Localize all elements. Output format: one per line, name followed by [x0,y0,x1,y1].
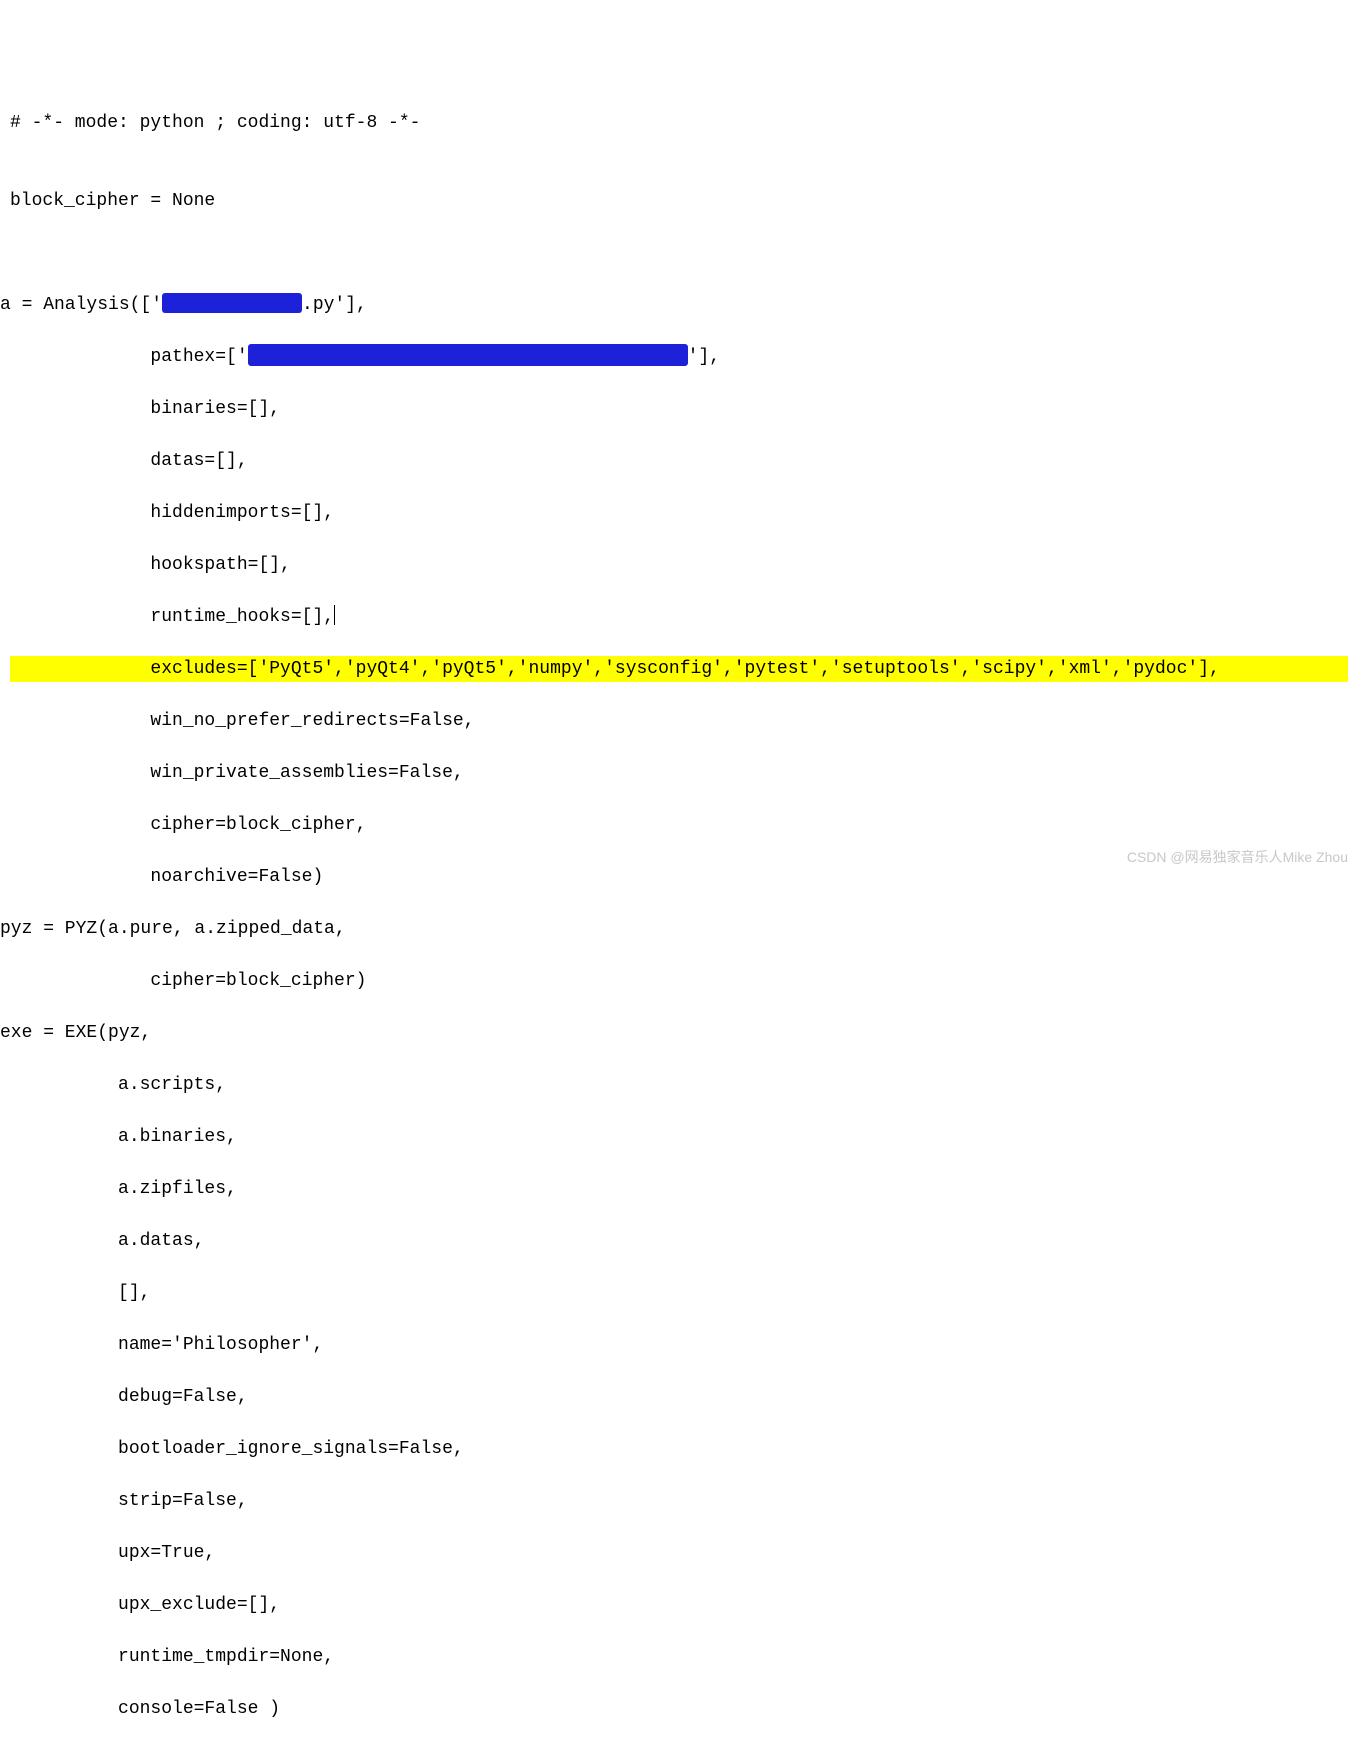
code-line-analysis: a = Analysis(['.py'], [10,292,1348,318]
code-line: # -*- mode: python ; coding: utf-8 -*- [10,110,1348,136]
code-line: runtime_tmpdir=None, [10,1644,1348,1670]
code-line: hookspath=[], [10,552,1348,578]
code-line-excludes-highlighted: excludes=['PyQt5','pyQt4','pyQt5','numpy… [10,656,1348,682]
code-line: datas=[], [10,448,1348,474]
code-text: '], [688,347,720,367]
code-text: pyz = PYZ(a.pure, a.zipped_data, [0,919,346,939]
code-text: pathex=[' [10,347,248,367]
code-line: cipher=block_cipher) [10,968,1348,994]
code-line-pyz: pyz = PYZ(a.pure, a.zipped_data, [10,916,1348,942]
code-line-exe: exe = EXE(pyz, [10,1020,1348,1046]
code-line: block_cipher = None [10,188,1348,214]
watermark: CSDN @网易独家音乐人Mike Zhou [1127,844,1348,870]
code-line-runtime-hooks: runtime_hooks=[], [10,604,1348,630]
code-line: console=False ) [10,1696,1348,1722]
code-text: runtime_hooks=[], [10,607,334,627]
code-line: binaries=[], [10,396,1348,422]
code-line: [], [10,1280,1348,1306]
code-text: exe = EXE(pyz, [0,1023,151,1043]
code-line: a.binaries, [10,1124,1348,1150]
code-line: hiddenimports=[], [10,500,1348,526]
redaction-block [162,293,302,313]
code-line: upx_exclude=[], [10,1592,1348,1618]
code-line: name='Philosopher', [10,1332,1348,1358]
text-cursor [334,605,335,625]
code-line: a.scripts, [10,1072,1348,1098]
code-line: a.datas, [10,1228,1348,1254]
code-line: upx=True, [10,1540,1348,1566]
code-line: bootloader_ignore_signals=False, [10,1436,1348,1462]
code-line: a.zipfiles, [10,1176,1348,1202]
code-line: cipher=block_cipher, [10,812,1348,838]
code-line: debug=False, [10,1384,1348,1410]
redaction-block [248,344,688,366]
code-line-pathex: pathex=[' '], [10,344,1348,370]
code-line: win_no_prefer_redirects=False, [10,708,1348,734]
code-text: a = Analysis([' [0,295,162,315]
code-line: win_private_assemblies=False, [10,760,1348,786]
code-text: .py'], [302,295,367,315]
code-line: strip=False, [10,1488,1348,1514]
